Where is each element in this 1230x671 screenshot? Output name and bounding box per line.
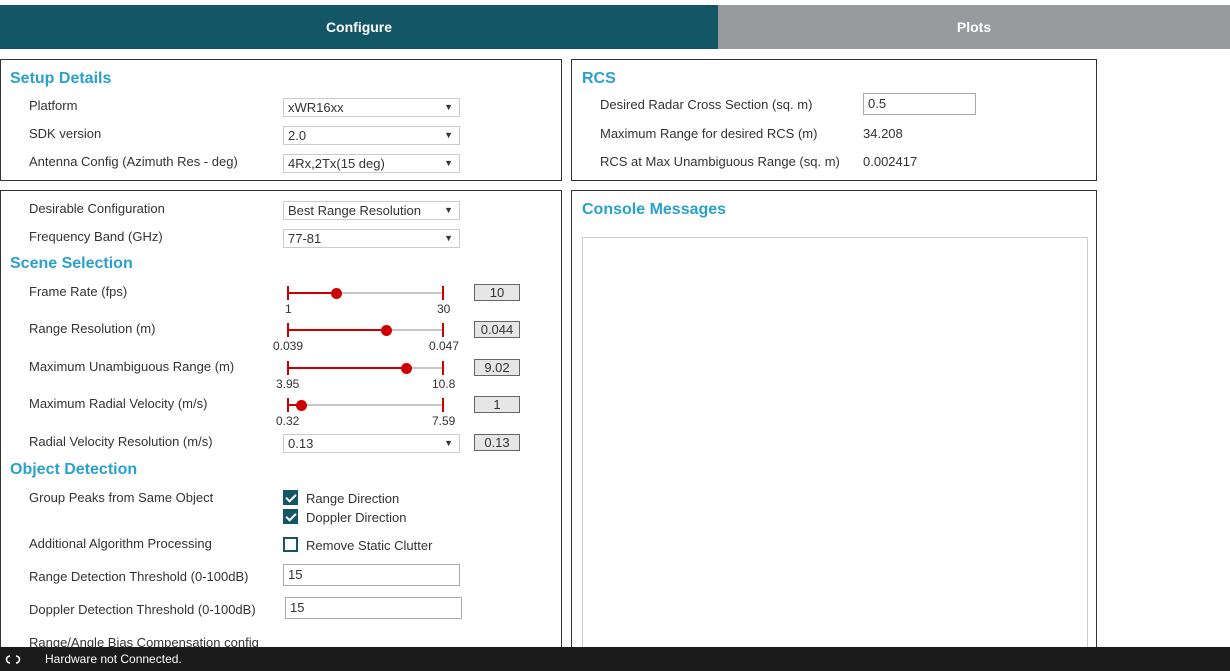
platform-label: Platform	[29, 98, 78, 113]
max-unambiguous-range-value: 9.02	[474, 359, 520, 376]
slider-thumb[interactable]	[401, 363, 413, 374]
algorithm-processing-label: Additional Algorithm Processing	[29, 536, 212, 551]
max-unambiguous-range-label: Maximum Unambiguous Range (m)	[29, 359, 235, 374]
chevron-down-icon: ▼	[444, 233, 453, 243]
slider-track	[287, 404, 444, 406]
max-unambiguous-range-min: 3.95	[276, 377, 300, 391]
frame-rate-max: 30	[437, 302, 451, 316]
chevron-down-icon: ▼	[444, 438, 453, 448]
frame-rate-min: 1	[285, 302, 292, 316]
antenna-select[interactable]: 4Rx,2Tx(15 deg) ▼	[283, 154, 460, 173]
platform-value: xWR16xx	[288, 100, 344, 115]
slider-min-tick	[287, 286, 289, 300]
sdk-select[interactable]: 2.0 ▼	[283, 126, 460, 145]
rcs-max-range-label: RCS at Max Unambiguous Range (sq. m)	[600, 154, 840, 169]
slider-fill	[287, 329, 386, 331]
max-unambiguous-range-slider[interactable]	[287, 361, 444, 375]
doppler-direction-checkbox[interactable]	[283, 509, 298, 524]
range-resolution-slider[interactable]	[287, 323, 444, 337]
range-direction-checkbox[interactable]	[283, 490, 298, 505]
max-unambiguous-range-max: 10.8	[432, 377, 456, 391]
chevron-down-icon: ▼	[444, 205, 453, 215]
platform-select[interactable]: xWR16xx ▼	[283, 98, 460, 117]
slider-thumb[interactable]	[296, 400, 308, 411]
frame-rate-slider[interactable]	[287, 286, 444, 300]
doppler-threshold-label: Doppler Detection Threshold (0-100dB)	[29, 602, 256, 617]
antenna-label: Antenna Config (Azimuth Res - deg)	[29, 154, 238, 169]
remove-static-clutter-checkbox[interactable]	[283, 537, 298, 552]
slider-min-tick	[287, 361, 289, 375]
sdk-label: SDK version	[29, 126, 102, 141]
max-radial-velocity-label: Maximum Radial Velocity (m/s)	[29, 396, 208, 411]
doppler-threshold-input[interactable]: 15	[285, 597, 462, 619]
slider-max-tick	[442, 286, 444, 300]
frequency-band-value: 77-81	[288, 231, 322, 246]
rcs-title: RCS	[582, 70, 616, 87]
sdk-value: 2.0	[288, 128, 307, 143]
rcs-max-range-value: 0.002417	[863, 154, 918, 169]
console-output[interactable]	[582, 237, 1088, 657]
max-radial-velocity-min: 0.32	[276, 414, 300, 428]
velocity-resolution-selected: 0.13	[288, 436, 314, 451]
chevron-down-icon: ▼	[444, 158, 453, 168]
chevron-down-icon: ▼	[444, 102, 453, 112]
range-resolution-value: 0.044	[474, 321, 520, 338]
slider-fill	[287, 292, 336, 294]
velocity-resolution-select[interactable]: 0.13 ▼	[283, 434, 460, 453]
setup-details-title: Setup Details	[10, 70, 112, 87]
slider-max-tick	[442, 361, 444, 375]
slider-thumb[interactable]	[380, 325, 392, 336]
tab-configure[interactable]: Configure	[0, 5, 718, 49]
slider-thumb[interactable]	[330, 288, 342, 299]
antenna-value: 4Rx,2Tx(15 deg)	[288, 156, 385, 171]
tab-plots[interactable]: Plots	[718, 5, 1230, 49]
range-threshold-label: Range Detection Threshold (0-100dB)	[29, 569, 249, 584]
connection-status-text: Hardware not Connected.	[45, 652, 182, 666]
frame-rate-label: Frame Rate (fps)	[29, 284, 128, 299]
range-resolution-label: Range Resolution (m)	[29, 321, 156, 336]
desired-rcs-input[interactable]: 0.5	[863, 93, 976, 115]
max-range-rcs-label: Maximum Range for desired RCS (m)	[600, 126, 818, 141]
doppler-direction-label: Doppler Direction	[306, 510, 407, 525]
slider-fill	[287, 367, 407, 369]
group-peaks-label: Group Peaks from Same Object	[29, 490, 214, 505]
velocity-resolution-value: 0.13	[474, 434, 520, 451]
desirable-config-value: Best Range Resolution	[288, 203, 421, 218]
slider-min-tick	[287, 398, 289, 412]
scene-selection-title: Scene Selection	[10, 255, 133, 272]
chevron-down-icon: ▼	[444, 130, 453, 140]
slider-max-tick	[442, 323, 444, 337]
console-title: Console Messages	[582, 201, 727, 218]
max-range-rcs-value: 34.208	[863, 126, 903, 141]
max-radial-velocity-slider[interactable]	[287, 398, 444, 412]
max-radial-velocity-value: 1	[474, 396, 520, 413]
slider-max-tick	[442, 398, 444, 412]
max-radial-velocity-max: 7.59	[432, 414, 456, 428]
range-resolution-max: 0.047	[429, 339, 460, 353]
slider-min-tick	[287, 323, 289, 337]
frequency-band-select[interactable]: 77-81 ▼	[283, 229, 460, 248]
desirable-config-label: Desirable Configuration	[29, 201, 165, 216]
frequency-band-label: Frequency Band (GHz)	[29, 229, 163, 244]
range-direction-label: Range Direction	[306, 491, 400, 506]
range-threshold-input[interactable]: 15	[283, 564, 460, 586]
link-icon	[5, 655, 21, 664]
status-bar: Hardware not Connected.	[0, 647, 1230, 671]
desired-rcs-label: Desired Radar Cross Section (sq. m)	[600, 97, 813, 112]
range-resolution-min: 0.039	[273, 339, 304, 353]
frame-rate-value: 10	[474, 284, 520, 301]
velocity-resolution-label: Radial Velocity Resolution (m/s)	[29, 434, 213, 449]
remove-static-clutter-label: Remove Static Clutter	[306, 538, 433, 553]
desirable-config-select[interactable]: Best Range Resolution ▼	[283, 201, 460, 220]
object-detection-title: Object Detection	[10, 461, 138, 478]
